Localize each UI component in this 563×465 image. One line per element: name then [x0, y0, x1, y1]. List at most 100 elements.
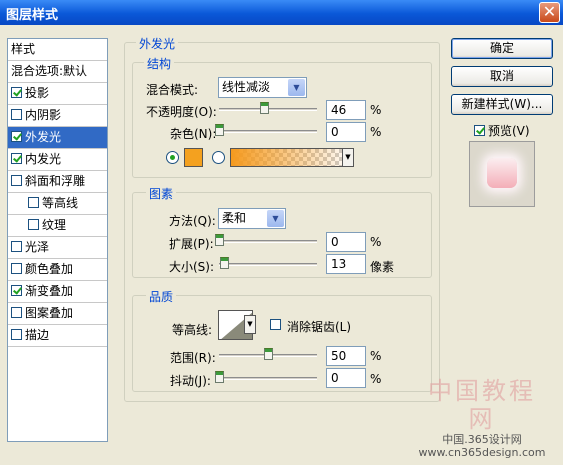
slider-track [219, 263, 317, 266]
close-button[interactable]: ✕ [539, 2, 560, 23]
spread-label: 扩展(P): [169, 237, 214, 251]
close-icon: ✕ [542, 2, 557, 21]
slider-thumb[interactable] [260, 102, 269, 114]
range-slider[interactable] [219, 347, 317, 363]
style-item-label: 图案叠加 [25, 306, 74, 320]
chevron-down-icon: ▼ [345, 153, 351, 161]
layer-style-dialog: 样式 混合选项:默认 投影 内阴影 外发光 内发光 斜面和浮雕 等高线 纹理 光… [0, 25, 563, 465]
style-list: 样式 混合选项:默认 投影 内阴影 外发光 内发光 斜面和浮雕 等高线 纹理 光… [7, 38, 108, 442]
style-item-texture[interactable]: 纹理 [8, 215, 107, 237]
slider-thumb[interactable] [215, 234, 224, 246]
slider-thumb[interactable] [215, 124, 224, 136]
new-style-button[interactable]: 新建样式(W)... [451, 94, 553, 115]
cancel-button[interactable]: 取消 [451, 66, 553, 87]
gradient-dropdown-button[interactable]: ▼ [342, 148, 354, 167]
noise-slider[interactable] [215, 123, 317, 139]
method-select[interactable]: 柔和 ▼ [218, 208, 286, 229]
style-item-stroke[interactable]: 描边 [8, 325, 107, 347]
preview-toggle[interactable]: 预览(V) [474, 122, 530, 139]
style-item-outer-glow[interactable]: 外发光 [8, 127, 107, 149]
style-item-label: 颜色叠加 [25, 262, 74, 276]
spread-slider[interactable] [215, 233, 317, 249]
style-item-label: 描边 [25, 328, 50, 342]
opacity-input[interactable]: 46 [326, 100, 366, 120]
noise-input[interactable]: 0 [326, 122, 366, 142]
style-item-drop-shadow[interactable]: 投影 [8, 83, 107, 105]
satin-checkbox[interactable] [11, 241, 22, 252]
style-item-inner-glow[interactable]: 内发光 [8, 149, 107, 171]
style-item-color-overlay[interactable]: 颜色叠加 [8, 259, 107, 281]
opacity-slider[interactable] [219, 101, 317, 117]
noise-label: 杂色(N): [170, 127, 217, 141]
gradient-radio[interactable] [212, 151, 225, 164]
chevron-down-icon: ▼ [267, 210, 284, 227]
jitter-label: 抖动(J): [170, 374, 211, 388]
preview-checkbox[interactable] [474, 125, 485, 136]
slider-track [219, 240, 317, 243]
contour-label: 等高线: [172, 323, 213, 337]
method-label: 方法(Q): [169, 214, 216, 228]
preview-label: 预览(V) [488, 124, 530, 138]
blend-mode-label: 混合模式: [146, 83, 199, 97]
watermark-site-name: 中国.365设计网 [442, 433, 522, 446]
size-input[interactable]: 13 [326, 254, 366, 274]
style-list-header[interactable]: 样式 [8, 39, 107, 61]
anti-alias-checkbox[interactable] [270, 319, 281, 330]
bevel-emboss-checkbox[interactable] [11, 175, 22, 186]
spread-input[interactable]: 0 [326, 232, 366, 252]
texture-checkbox[interactable] [28, 219, 39, 230]
style-item-label: 内发光 [25, 152, 62, 166]
style-item-label: 投影 [25, 86, 50, 100]
opacity-label: 不透明度(O): [146, 105, 217, 119]
range-label: 范围(R): [170, 351, 216, 365]
style-item-label: 斜面和浮雕 [25, 174, 86, 188]
anti-alias-label[interactable]: 消除锯齿(L) [287, 318, 351, 335]
style-item-label: 内阴影 [25, 108, 62, 122]
ok-button[interactable]: 确定 [451, 38, 553, 59]
style-item-label: 纹理 [42, 218, 67, 232]
size-slider[interactable] [219, 256, 317, 272]
title-bar: 图层样式 ✕ [0, 0, 563, 25]
glow-gradient-swatch[interactable] [230, 148, 354, 167]
watermark-url: www.cn365design.com [418, 446, 546, 459]
slider-track [219, 130, 317, 133]
color-overlay-checkbox[interactable] [11, 263, 22, 274]
spread-unit: % [370, 235, 382, 249]
pattern-overlay-checkbox[interactable] [11, 307, 22, 318]
contour-checkbox[interactable] [28, 197, 39, 208]
range-input[interactable]: 50 [326, 346, 366, 366]
style-item-satin[interactable]: 光泽 [8, 237, 107, 259]
watermark-logo-text: 中国教程网 [428, 377, 536, 433]
gradient-overlay-checkbox[interactable] [11, 285, 22, 296]
solid-color-radio[interactable] [166, 151, 179, 164]
stroke-checkbox[interactable] [11, 329, 22, 340]
inner-shadow-checkbox[interactable] [11, 109, 22, 120]
blend-mode-select[interactable]: 线性减淡 ▼ [218, 77, 307, 98]
glow-color-swatch[interactable] [184, 148, 203, 167]
elements-title: 图素 [146, 185, 177, 202]
style-item-label: 外发光 [25, 130, 62, 144]
chevron-down-icon: ▼ [247, 320, 253, 328]
jitter-input[interactable]: 0 [326, 368, 366, 388]
style-item-pattern-overlay[interactable]: 图案叠加 [8, 303, 107, 325]
style-item-inner-shadow[interactable]: 内阴影 [8, 105, 107, 127]
slider-thumb[interactable] [264, 348, 273, 360]
style-item-bevel-emboss[interactable]: 斜面和浮雕 [8, 171, 107, 193]
size-unit: 像素 [370, 260, 395, 274]
opacity-unit: % [370, 103, 382, 117]
drop-shadow-checkbox[interactable] [11, 87, 22, 98]
jitter-slider[interactable] [215, 370, 317, 386]
chevron-down-icon: ▼ [288, 79, 305, 96]
site-watermark: 中国教程网 中国.365设计网 www.cn365design.com [417, 377, 547, 459]
style-item-label: 等高线 [42, 196, 79, 210]
blend-options-item[interactable]: 混合选项:默认 [8, 61, 107, 83]
inner-glow-checkbox[interactable] [11, 153, 22, 164]
style-item-gradient-overlay[interactable]: 渐变叠加 [8, 281, 107, 303]
window-title: 图层样式 [6, 8, 59, 23]
slider-thumb[interactable] [220, 257, 229, 269]
outer-glow-checkbox[interactable] [11, 131, 22, 142]
contour-dropdown-button[interactable]: ▼ [244, 315, 256, 334]
slider-thumb[interactable] [215, 371, 224, 383]
style-item-contour[interactable]: 等高线 [8, 193, 107, 215]
style-item-label: 光泽 [25, 240, 50, 254]
